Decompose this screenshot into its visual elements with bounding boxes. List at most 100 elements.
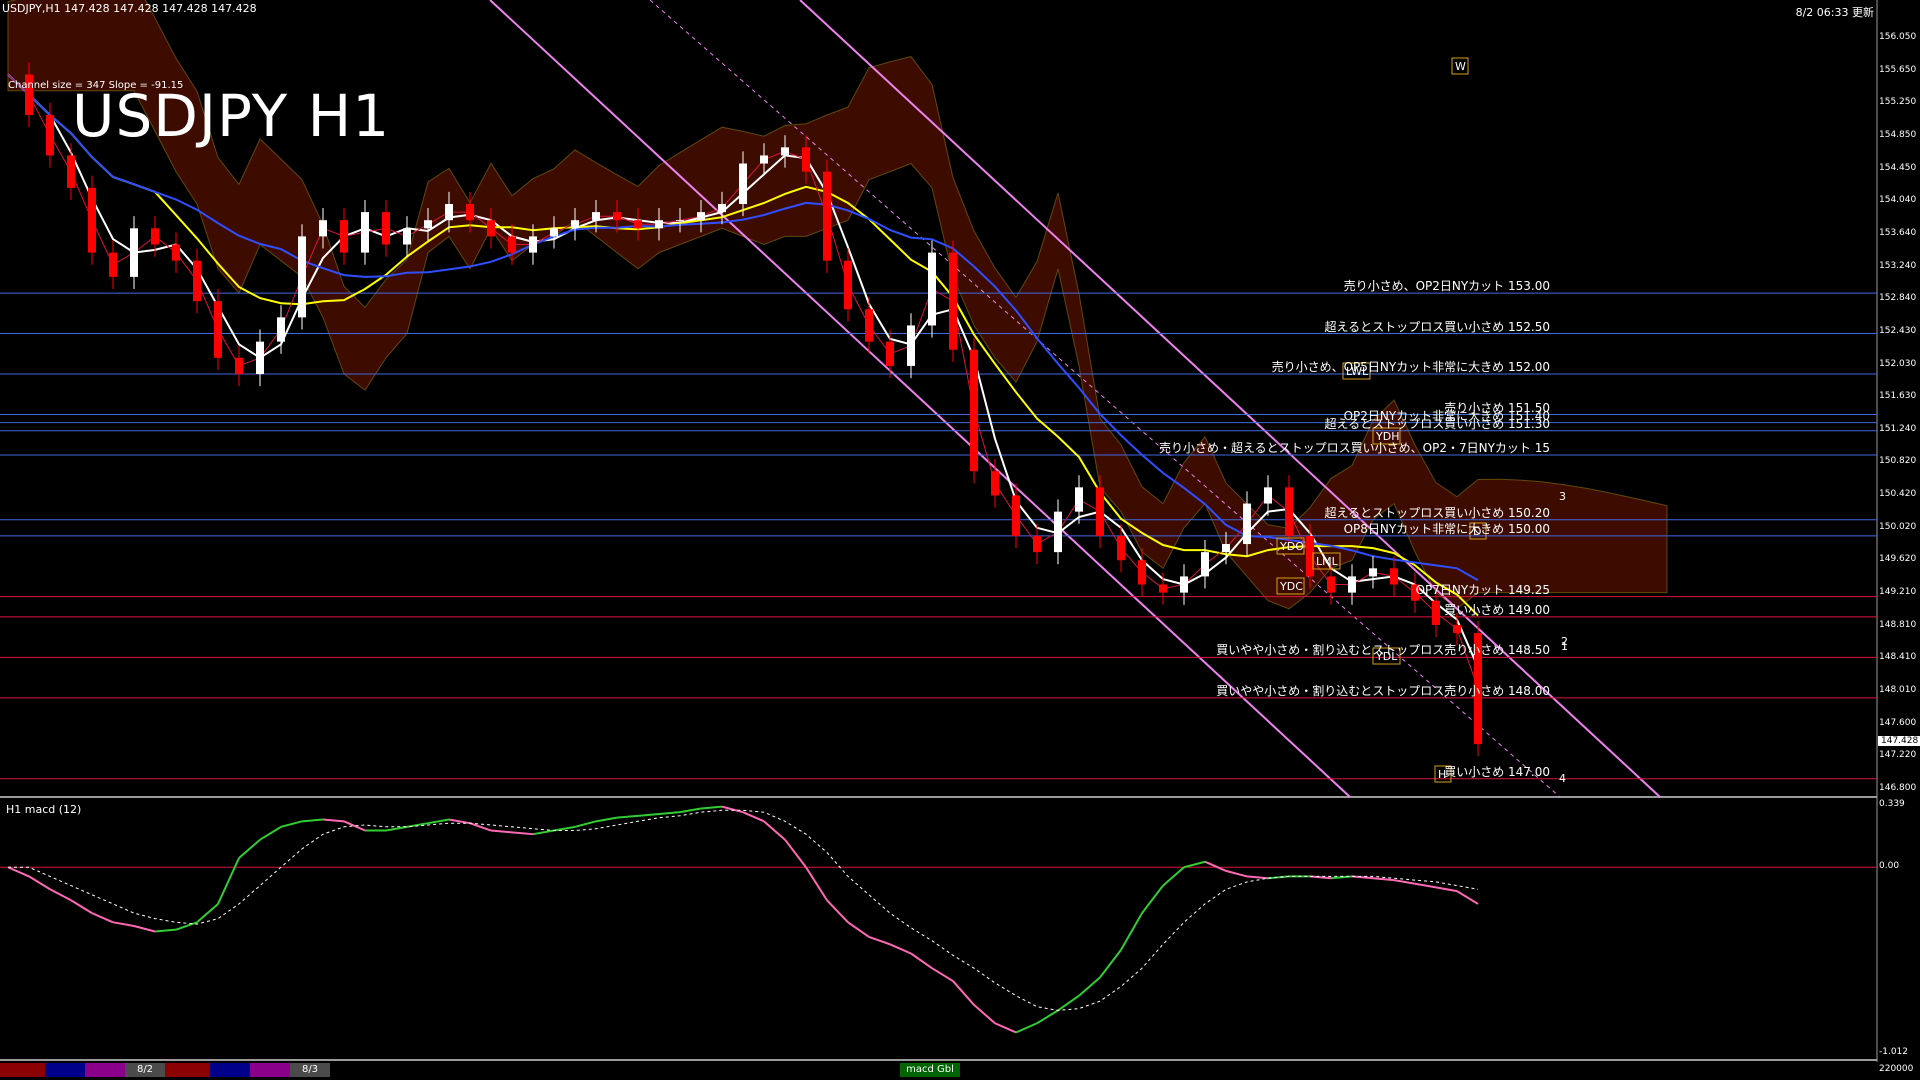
macd-line-segment — [1120, 912, 1143, 951]
macd-line-segment — [427, 818, 450, 825]
bottom-tab[interactable]: 8/3 — [290, 1063, 330, 1077]
macd-line-segment — [49, 888, 72, 902]
macd-line-segment — [1036, 1009, 1059, 1025]
svg-text:4: 4 — [1559, 772, 1566, 785]
bottom-tab[interactable] — [85, 1063, 125, 1077]
price-tick: 155.250 — [1879, 97, 1917, 108]
price-tick: 154.040 — [1879, 195, 1917, 206]
volume-tick: 220000 — [1879, 1064, 1914, 1074]
candle-body — [1159, 584, 1167, 593]
level-label: 買い小さめ 149.00 — [1444, 602, 1550, 617]
price-tick: 153.240 — [1879, 260, 1917, 271]
macd-line-segment — [742, 811, 765, 823]
macd-line-segment — [1183, 860, 1206, 869]
macd-line-segment — [826, 899, 849, 923]
bottom-tab[interactable]: macd Gbl — [900, 1063, 960, 1077]
price-tick: 153.640 — [1879, 227, 1917, 238]
macd-line-segment — [1414, 882, 1437, 889]
macd-line-segment — [280, 820, 303, 828]
price-tick: 149.620 — [1879, 554, 1917, 565]
price-tick: 150.820 — [1879, 456, 1917, 467]
price-tick: 152.840 — [1879, 293, 1917, 304]
candle-body — [445, 204, 453, 221]
level-label: 超えるとストップロス買い小さめ 152.50 — [1324, 319, 1550, 334]
bottom-tab[interactable] — [210, 1063, 250, 1077]
macd-line-segment — [721, 805, 744, 814]
price-tick: 154.850 — [1879, 129, 1917, 140]
macd-line-segment — [1099, 949, 1122, 978]
macd-line-segment — [679, 807, 702, 814]
price-tick: 151.240 — [1879, 423, 1917, 434]
candle-body — [193, 260, 201, 302]
bottom-tab[interactable] — [250, 1063, 290, 1077]
candle-body — [1180, 576, 1188, 593]
symbol-label: USDJPY,H1 — [2, 2, 61, 15]
horizontal-levels — [0, 292, 1877, 780]
candle-body — [1117, 535, 1125, 561]
price-axis[interactable]: 156.050 155.650 155.250 154.850 154.450 154.0… — [1877, 0, 1920, 1080]
macd-line-segment — [133, 925, 156, 933]
candle-body — [1033, 535, 1041, 553]
macd-tick: 0.339 — [1879, 799, 1905, 809]
candle-body — [655, 220, 663, 229]
marker-ydc: YDC — [1276, 577, 1305, 595]
candle-body — [571, 220, 579, 229]
macd-line-segment — [448, 818, 471, 825]
candle-body — [739, 163, 747, 205]
candle-body — [235, 357, 243, 375]
candle-body — [46, 114, 54, 156]
level-label: OP7日NYカット 149.25 — [1415, 582, 1550, 597]
bottom-tab-bar[interactable]: 8/2 8/3 macd Gbl — [0, 1063, 1880, 1077]
macd-line-segment — [1246, 875, 1269, 880]
price-tick: 148.410 — [1879, 652, 1917, 663]
candle-body — [256, 341, 264, 375]
bottom-tab[interactable]: 8/2 — [125, 1063, 165, 1077]
macd-tick: -1.012 — [1879, 1047, 1909, 1057]
price-tick: 152.030 — [1879, 358, 1917, 369]
price-tick: 150.420 — [1879, 489, 1917, 500]
macd-line-segment — [1057, 994, 1080, 1012]
candle-body — [1348, 576, 1356, 593]
macd-line-segment — [1435, 886, 1458, 893]
macd-tick: 0.00 — [1879, 861, 1900, 872]
macd-line-segment — [154, 928, 177, 933]
candle-body — [613, 212, 621, 221]
candle-body — [1327, 576, 1335, 593]
macd-line-segment — [28, 875, 51, 891]
macd-line-segment — [532, 829, 555, 836]
price-tick: 147.600 — [1879, 717, 1917, 728]
candle-body — [718, 204, 726, 213]
level-label: 超えるとストップロス買い小さめ 151.30 — [1324, 416, 1550, 431]
macd-line-segment — [322, 818, 345, 823]
candle-body — [130, 228, 138, 277]
candle-body — [1264, 487, 1272, 504]
candle-body — [172, 244, 180, 261]
candle-body — [760, 155, 768, 164]
candle-body — [382, 212, 390, 245]
macd-line-segment — [343, 820, 366, 832]
bottom-tab[interactable] — [45, 1063, 85, 1077]
macd-line-segment — [1225, 869, 1248, 878]
candle-body — [1075, 487, 1083, 512]
candle-body — [697, 212, 705, 221]
macd-line-segment — [385, 825, 408, 832]
price-tick: 155.650 — [1879, 64, 1917, 75]
bottom-tab[interactable] — [0, 1063, 45, 1077]
bottom-tab[interactable] — [165, 1063, 210, 1077]
marker-4: 4 — [1559, 772, 1566, 785]
price-tick: 156.050 — [1879, 32, 1917, 42]
level-label: 買いやや小さめ・割り込むとストップロス売り小さめ 148.00 — [1216, 683, 1550, 698]
macd-line-segment — [889, 943, 912, 955]
price-chart[interactable]: YDOYDCYDHYDLLMLLWLWDH1234 — [0, 0, 1920, 1080]
candle-body — [214, 301, 222, 358]
macd-line-segment — [175, 921, 198, 931]
level-label: 売り小さめ、OP5日NYカット非常に大きめ 152.00 — [1271, 360, 1550, 375]
price-tick: 146.800 — [1879, 783, 1917, 793]
macd-line-segment — [1162, 866, 1185, 887]
current-price-tag: 147.428 — [1878, 736, 1920, 746]
macd-line-segment — [868, 936, 891, 946]
candle-body — [1096, 487, 1104, 536]
level-label: 売り小さめ、OP2日NYカット 153.00 — [1343, 279, 1550, 294]
channel-line — [649, 0, 1561, 798]
macd-line-segment — [637, 812, 660, 817]
